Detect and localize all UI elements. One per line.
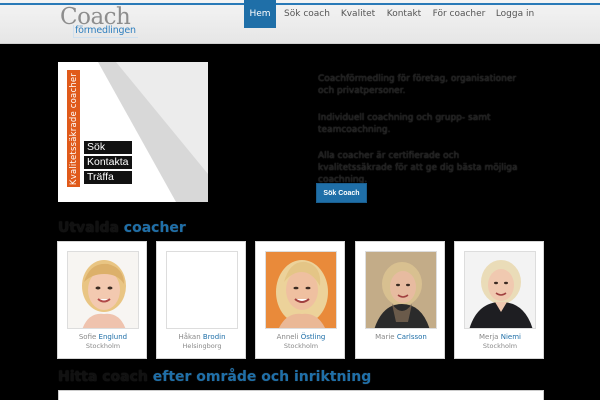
section2-title: Hitta coach efter område och inriktning: [58, 369, 371, 385]
site-header: Coach förmedlingen Hem Sök coach Kvalite…: [0, 0, 600, 44]
coach-city: Stockholm: [85, 342, 121, 350]
nav-logga-in[interactable]: Logga in: [494, 0, 536, 28]
coach-city: Helsingborg: [182, 342, 222, 350]
coach-card[interactable]: Sofie Englund Stockholm: [57, 241, 147, 359]
hero-word-sok: Sök: [84, 141, 133, 154]
coach-card[interactable]: Marie Carlsson: [355, 241, 445, 359]
section2-title-text: Hitta coach: [58, 369, 148, 385]
coach-last-name: Englund: [98, 333, 128, 341]
featured-title-highlight: coacher: [123, 220, 186, 236]
section2-title-highlight: efter område och inriktning: [152, 369, 372, 385]
coach-photo-placeholder: [166, 251, 238, 329]
coach-name: Merja Niemi: [455, 333, 545, 342]
hero-vertical-banner: Kvalitetssäkrade coacher: [67, 70, 80, 187]
coach-photo-merja: [464, 251, 536, 329]
coach-city: Stockholm: [482, 342, 518, 350]
coach-first-name: Sofie: [78, 333, 97, 341]
sok-coach-button[interactable]: Sök Coach: [316, 183, 367, 203]
hero-paragraph-2: Individuell coachning och grupp- samt te…: [318, 113, 491, 135]
featured-title-text: Utvalda: [58, 220, 119, 236]
coach-photo-marie: [365, 251, 437, 329]
coach-first-name: Merja: [479, 333, 499, 341]
hero-paragraph-1: Coachförmedling för företag, organisatio…: [318, 74, 517, 96]
hero-diagonal-shape: [98, 62, 208, 202]
hero-paragraph-3: Alla coacher är certifierade och kvalite…: [318, 151, 518, 185]
nav-kvalitet[interactable]: Kvalitet: [338, 0, 378, 28]
hero-word-kontakta: Kontakta: [84, 156, 133, 169]
coach-last-name: Brodin: [202, 333, 226, 341]
coach-card[interactable]: Anneli Östling Stockholm: [255, 241, 345, 359]
search-panel: [58, 390, 544, 400]
coach-photo-sofie: [67, 251, 139, 329]
hero-image: Kvalitetssäkrade coacher Sök Kontakta Tr…: [58, 62, 208, 202]
nav-kontakt[interactable]: Kontakt: [384, 0, 424, 28]
coach-last-name: Östling: [300, 333, 326, 341]
coach-first-name: Marie: [375, 333, 395, 341]
coach-name: Sofie Englund: [58, 333, 148, 342]
coach-name: Håkan Brodin: [157, 333, 247, 342]
coach-first-name: Håkan: [178, 333, 201, 341]
hero-words: Sök Kontakta Träffa: [84, 141, 133, 186]
nav-for-coacher[interactable]: För coacher: [430, 0, 488, 28]
nav-hem[interactable]: Hem: [244, 0, 276, 28]
coach-last-name: Carlsson: [396, 333, 427, 341]
hero-word-traffa: Träffa: [84, 171, 133, 184]
coach-photo-anneli: [265, 251, 337, 329]
coach-card[interactable]: Merja Niemi Stockholm: [454, 241, 544, 359]
nav-sok-coach[interactable]: Sök coach: [282, 0, 332, 28]
site-logo[interactable]: Coach förmedlingen: [60, 4, 150, 38]
coach-first-name: Anneli: [276, 333, 299, 341]
coach-name: Anneli Östling: [256, 333, 346, 342]
featured-title: Utvalda coacher: [58, 220, 186, 236]
logo-subtitle: förmedlingen: [73, 25, 138, 38]
coach-card[interactable]: Håkan Brodin Helsingborg: [156, 241, 246, 359]
coach-city: Stockholm: [283, 342, 319, 350]
coach-name: Marie Carlsson: [356, 333, 446, 342]
hero-vertical-label: Kvalitetssäkrade coacher: [68, 72, 79, 185]
coach-last-name: Niemi: [500, 333, 521, 341]
